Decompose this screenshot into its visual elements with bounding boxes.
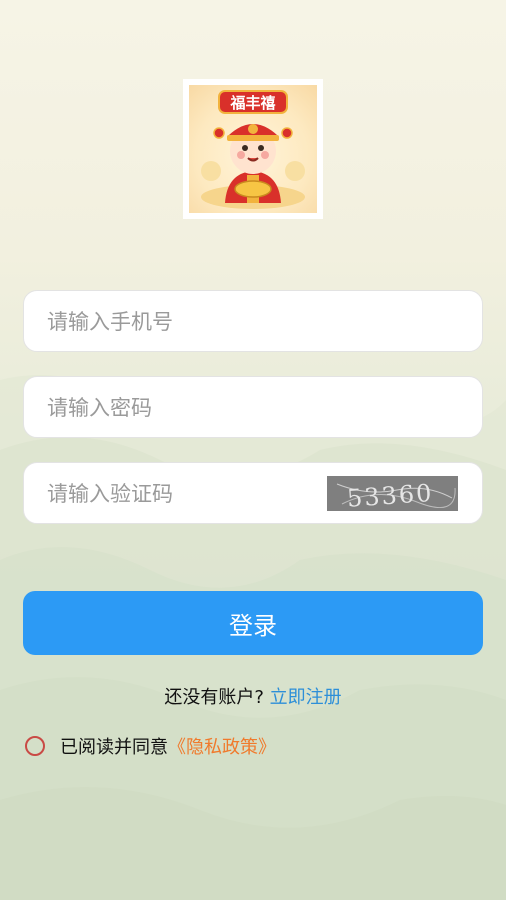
register-link[interactable]: 立即注册 — [270, 687, 342, 708]
password-field — [23, 376, 483, 439]
captcha-text: 53360 — [346, 479, 434, 511]
password-input[interactable] — [45, 377, 339, 439]
login-button[interactable]: 登录 — [23, 591, 483, 655]
logo-illustration: 福丰禧 — [201, 90, 305, 209]
fortune-god-logo-icon: 福丰禧 — [189, 85, 317, 213]
app-logo: 福丰禧 — [183, 79, 323, 219]
verification-code-field: 53360 — [23, 462, 483, 525]
privacy-policy-link[interactable]: 《隐私政策》 — [168, 733, 276, 759]
logo-banner-text: 福丰禧 — [229, 94, 275, 112]
register-prompt: 还没有账户? 立即注册 — [0, 683, 506, 709]
no-account-text: 还没有账户? — [164, 687, 264, 708]
agreement-text: 已阅读并同意 — [60, 737, 168, 758]
verification-code-input[interactable] — [45, 463, 339, 525]
captcha-image[interactable]: 53360 — [327, 476, 458, 511]
agreement-row: 已阅读并同意 《隐私政策》 — [25, 733, 276, 759]
phone-field — [23, 290, 483, 353]
captcha-graphic: 53360 — [336, 479, 456, 511]
phone-input[interactable] — [45, 291, 339, 353]
agreement-radio[interactable] — [25, 736, 45, 756]
